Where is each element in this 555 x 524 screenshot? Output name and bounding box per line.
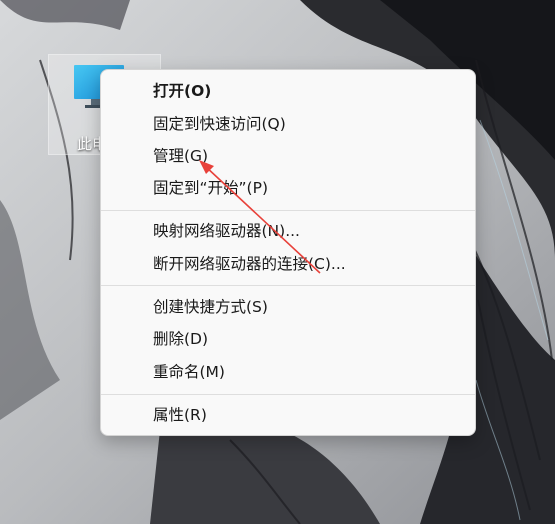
menu-item-create-shortcut[interactable]: 创建快捷方式(S): [153, 297, 268, 317]
context-menu: 打开(O) 固定到快速访问(Q) 管理(G) 固定到“开始”(P) 映射网络驱动…: [100, 69, 476, 436]
menu-item-map-network-drive[interactable]: 映射网络驱动器(N)...: [153, 221, 300, 241]
menu-item-rename[interactable]: 重命名(M): [153, 362, 225, 382]
menu-item-pin-start[interactable]: 固定到“开始”(P): [153, 178, 268, 198]
menu-separator: [101, 394, 475, 395]
menu-item-manage[interactable]: 管理(G): [153, 146, 208, 166]
menu-item-delete[interactable]: 删除(D): [153, 329, 208, 349]
menu-item-disconnect-network-drive[interactable]: 断开网络驱动器的连接(C)...: [153, 254, 346, 274]
menu-item-open[interactable]: 打开(O): [153, 81, 211, 101]
menu-separator: [101, 210, 475, 211]
menu-separator: [101, 285, 475, 286]
menu-item-properties[interactable]: 属性(R): [153, 405, 207, 425]
menu-item-pin-quick-access[interactable]: 固定到快速访问(Q): [153, 114, 286, 134]
